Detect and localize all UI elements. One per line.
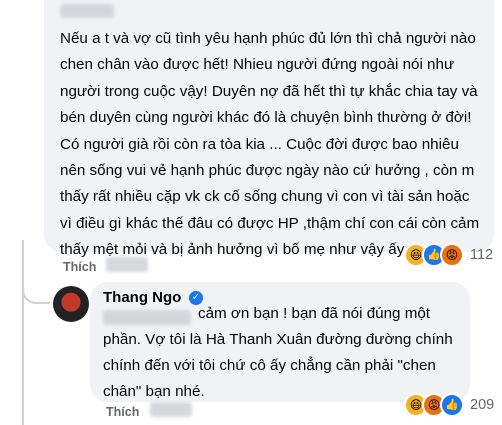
redacted-timestamp	[150, 402, 192, 417]
like-action[interactable]: Thích	[63, 260, 96, 274]
reply-text-rest: phần. Vợ tôi là Hà Thanh Xuân đường đườn…	[103, 331, 453, 400]
thread-line	[22, 240, 24, 425]
thread-connector	[22, 272, 50, 304]
comment-text: Nếu a t và vợ cũ tình yêu hạnh phúc đủ l…	[60, 30, 480, 259]
reaction-summary[interactable]: 😆 😡 👍 209	[404, 393, 494, 417]
avatar[interactable]	[53, 286, 89, 322]
reaction-count: 209	[470, 397, 495, 413]
like-action[interactable]: Thích	[106, 405, 139, 419]
angry-icon: 😡	[440, 243, 464, 267]
reaction-summary[interactable]: 😆 👍 😡 112	[404, 243, 493, 267]
reply-text: cảm ơn bạn ! bạn đã nói đúng một phần. V…	[103, 301, 468, 405]
redacted-timestamp	[106, 257, 148, 272]
reply-text-first: cảm ơn bạn ! bạn đã nói đúng một	[198, 305, 431, 322]
like-icon: 👍	[440, 393, 464, 417]
reaction-count: 112	[470, 247, 494, 263]
redacted-name	[60, 4, 114, 18]
